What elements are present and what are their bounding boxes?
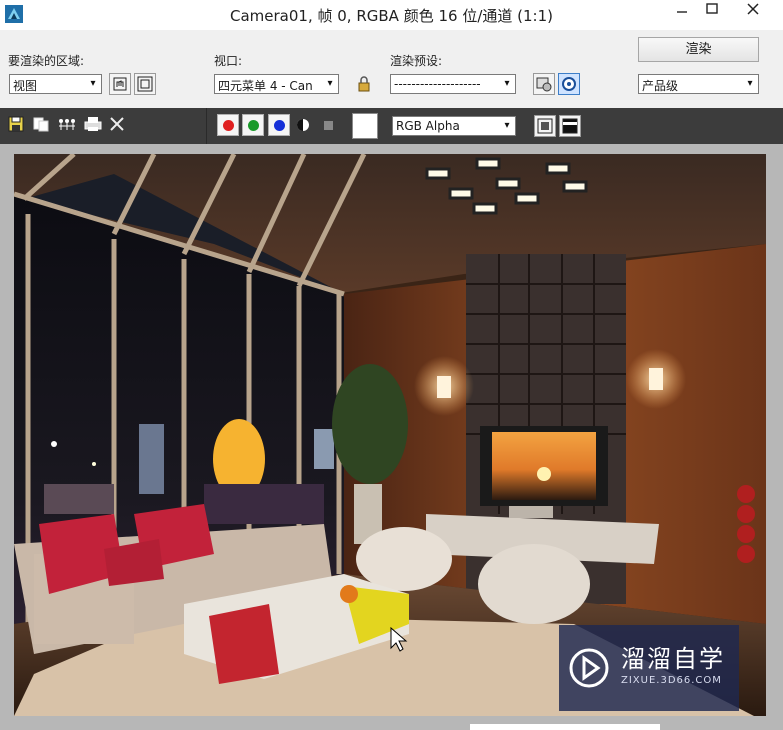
edit-region-button[interactable] <box>109 73 131 95</box>
minimize-button[interactable] <box>668 0 696 22</box>
auto-region-button[interactable] <box>134 73 156 95</box>
green-channel-icon <box>248 120 259 131</box>
display-icon <box>562 118 578 134</box>
print-icon <box>84 117 102 131</box>
quality-select-value: 产品级 <box>642 79 679 93</box>
region-icon <box>137 76 153 92</box>
teapot-icon <box>562 77 576 91</box>
print-image-button[interactable] <box>83 115 103 135</box>
window-title: Camera01, 帧 0, RGBA 颜色 16 位/通道 (1:1) <box>230 7 553 25</box>
lock-icon <box>358 76 370 92</box>
render-setup-icon <box>536 77 552 92</box>
area-select-value: 视图 <box>13 79 38 93</box>
chevron-down-icon: ▾ <box>504 120 510 131</box>
render-button[interactable]: 渲染 <box>638 37 759 62</box>
toggle-ui-overlay-button[interactable] <box>534 115 556 137</box>
chevron-down-icon: ▾ <box>327 78 333 89</box>
area-select[interactable]: 视图 ▾ <box>9 74 102 94</box>
toggle-ui-button[interactable] <box>559 115 581 137</box>
monochrome-button[interactable] <box>322 117 342 137</box>
close-button[interactable] <box>728 0 778 22</box>
alpha-channel-button[interactable] <box>295 117 315 137</box>
hand-icon <box>113 77 127 91</box>
frame-buffer-viewport[interactable]: 溜溜自学 ZIXUE.3D66.COM <box>0 144 783 730</box>
overlay-icon <box>537 118 553 134</box>
copy-icon <box>33 117 49 132</box>
maximize-button[interactable] <box>698 0 726 22</box>
chevron-down-icon: ▾ <box>504 78 510 89</box>
maximize-icon <box>706 3 718 14</box>
lock-view-button[interactable] <box>355 75 373 93</box>
clone-window-button[interactable] <box>56 115 76 135</box>
copy-image-button[interactable] <box>32 115 52 135</box>
chevron-down-icon: ▾ <box>90 78 96 89</box>
watermark-title: 溜溜自学 <box>621 645 725 673</box>
blue-channel-icon <box>274 120 285 131</box>
blue-channel-button[interactable] <box>268 114 290 136</box>
viewport-select[interactable]: 四元菜单 4 - Can ▾ <box>214 74 339 94</box>
alpha-icon <box>297 119 309 131</box>
viewport-label: 视口: <box>214 54 243 68</box>
clear-image-button[interactable] <box>108 115 128 135</box>
red-channel-icon <box>223 120 234 131</box>
environment-button[interactable] <box>558 73 580 95</box>
quality-select[interactable]: 产品级 ▾ <box>638 74 759 94</box>
monochrome-icon <box>324 121 333 130</box>
rendered-image[interactable]: 溜溜自学 ZIXUE.3D66.COM <box>14 154 766 716</box>
area-label: 要渲染的区域: <box>8 54 85 68</box>
frame-buffer-toolbar: RGB Alpha ▾ <box>0 108 783 144</box>
preset-select[interactable]: -------------------- ▾ <box>390 74 516 94</box>
watermark-subtitle: ZIXUE.3D66.COM <box>621 675 722 686</box>
render-settings-toolbar: 要渲染的区域: 视图 ▾ 视口: 四元菜单 4 - Can ▾ 渲染预设: --… <box>0 30 783 108</box>
clear-icon <box>110 117 124 131</box>
play-logo-icon <box>569 648 609 688</box>
red-channel-button[interactable] <box>217 114 239 136</box>
window-title-bar[interactable]: Camera01, 帧 0, RGBA 颜色 16 位/通道 (1:1) <box>0 0 783 31</box>
minimize-icon <box>677 11 687 13</box>
swatch-color-box[interactable] <box>352 113 378 139</box>
preset-label: 渲染预设: <box>390 54 443 68</box>
preset-select-value: -------------------- <box>394 77 481 91</box>
watermark-badge: 溜溜自学 ZIXUE.3D66.COM <box>559 625 739 711</box>
save-image-button[interactable] <box>7 115 27 135</box>
clone-icon <box>59 119 75 130</box>
viewport-select-value: 四元菜单 4 - Can <box>218 79 313 93</box>
toolbar-separator <box>206 108 207 144</box>
display-channel-value: RGB Alpha <box>396 119 460 133</box>
close-icon <box>747 3 759 15</box>
horizontal-scrollbar[interactable] <box>470 724 660 730</box>
display-channel-select[interactable]: RGB Alpha ▾ <box>392 116 516 136</box>
render-setup-button[interactable] <box>533 73 555 95</box>
green-channel-button[interactable] <box>242 114 264 136</box>
save-icon <box>8 116 24 132</box>
chevron-down-icon: ▾ <box>747 78 753 89</box>
